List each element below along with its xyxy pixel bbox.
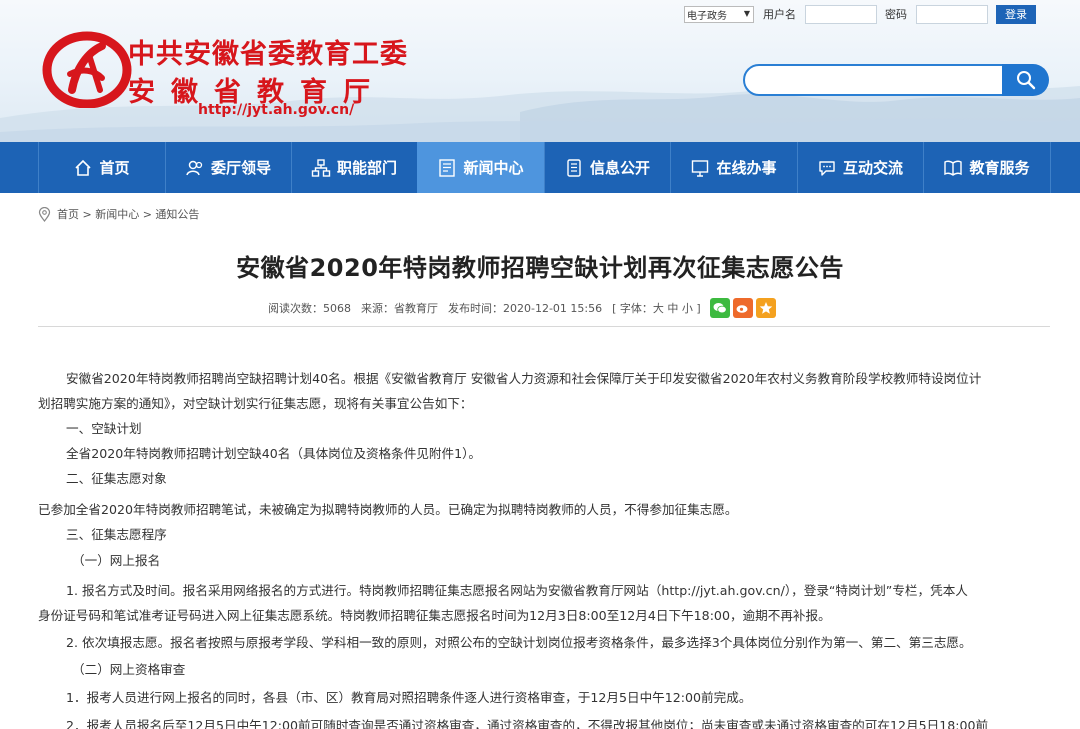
nav-item-label: 教育服务 [969,159,1030,177]
org-chart-icon [311,158,331,177]
weibo-share-icon[interactable] [732,298,753,318]
monitor-icon [692,159,709,177]
wechat-share-icon[interactable] [709,298,730,318]
breadcrumb-links[interactable]: 首页 > 新闻中心 > 通知公告 [57,206,199,222]
body-paragraph: 全省2020年特岗教师招聘计划空缺40名（具体岗位及资格条件见附件1）。 [66,446,482,461]
search-button[interactable] [1002,64,1049,96]
chat-icon [819,160,835,176]
body-paragraph: （一）网上报名 [72,553,161,568]
system-select-value: 电子政务 [687,10,727,22]
nav-item-label: 互动交流 [842,159,903,177]
site-search [743,64,1049,96]
main-nav: 首页 委厅领导 职能部门 新闻中心 信息公开 在线办事 互动交流 教育服务 [0,142,1080,193]
people-icon [186,160,203,175]
nav-item-interaction[interactable]: 互动交流 [797,142,923,193]
article-meta: 阅读次数：5068 来源：省教育厅 发布时间：2020-12-01 15:56 … [268,297,776,319]
publish-time: 发布时间：2020-12-01 15:56 [448,302,603,315]
body-paragraph: 1．报考人员进行网上报名的同时，各县（市、区）教育局对照招聘条件逐人进行资格审查… [66,690,752,705]
news-icon [439,158,456,177]
chevron-down-icon: ▼ [743,8,750,18]
body-paragraph: 一、空缺计划 [66,421,142,436]
logo-emblem-icon[interactable] [42,30,132,108]
nav-item-label: 在线办事 [716,159,777,177]
nav-item-label: 信息公开 [589,159,650,177]
nav-divider [1050,142,1051,193]
body-paragraph: （二）网上资格审查 [72,662,186,677]
login-button[interactable]: 登录 [996,4,1036,24]
nav-item-news[interactable]: 新闻中心 [417,142,544,193]
login-bar: 电子政务 ▼ 用户名 密码 登录 [684,4,1036,24]
document-list-icon [567,158,581,177]
site-title-line1: 中共安徽省委教育工委 [128,39,408,70]
body-paragraph: 身份证号码和笔试准考证号码进入网上征集志愿系统。特岗教师招聘征集志愿报名时间为1… [38,608,831,623]
nav-item-label: 职能部门 [336,159,397,177]
nav-item-label: 新闻中心 [463,159,524,177]
nav-item-info-disclosure[interactable]: 信息公开 [544,142,670,193]
password-input[interactable] [916,4,988,24]
breadcrumb: 首页 > 新闻中心 > 通知公告 [38,206,199,222]
password-label: 密码 [885,8,907,21]
favorite-star-icon[interactable] [755,298,776,318]
body-paragraph: 划招聘实施方案的通知》，对空缺计划实行征集志愿，现将有关事宜公告如下： [38,396,473,411]
nav-item-label: 委厅领导 [210,159,271,177]
nav-item-leaders[interactable]: 委厅领导 [165,142,291,193]
nav-item-home[interactable]: 首页 [38,142,165,193]
read-count: 阅读次数：5068 [268,302,351,315]
body-paragraph: 三、征集志愿程序 [66,527,167,542]
body-paragraph: 2．报考人员报名后至12月5日中午12:00前可随时查询是否通过资格审查，通过资… [66,718,989,729]
search-icon [1016,71,1035,90]
article-source: 来源：省教育厅 [361,302,438,315]
book-icon [944,160,963,176]
home-icon [75,159,92,176]
body-paragraph: 二、征集志愿对象 [66,471,167,486]
font-size-switcher[interactable]: [ 字体：大 中 小 ] [612,300,701,316]
system-select[interactable]: 电子政务 ▼ [684,5,754,23]
body-paragraph: 已参加全省2020年特岗教师招聘笔试，未被确定为拟聘特岗教师的人员。已确定为拟聘… [38,502,738,517]
body-paragraph: 2. 依次填报志愿。报名者按照与原报考学段、学科相一致的原则，对照公布的空缺计划… [66,635,972,650]
username-label: 用户名 [763,8,796,21]
nav-item-departments[interactable]: 职能部门 [291,142,417,193]
site-header: 电子政务 ▼ 用户名 密码 登录 中共安徽省委教育工委 安徽省教育厅 http:… [0,0,1080,142]
site-url: http://jyt.ah.gov.cn/ [198,102,355,118]
body-paragraph: 1. 报名方式及时间。报名采用网络报名的方式进行。特岗教师招聘征集志愿报名网站为… [66,583,968,598]
location-pin-icon [38,206,51,222]
article-title: 安徽省2020年特岗教师招聘空缺计划再次征集志愿公告 [236,254,844,282]
nav-item-label: 首页 [99,159,130,177]
username-input[interactable] [805,4,877,24]
search-input[interactable] [743,64,1005,96]
nav-item-education-services[interactable]: 教育服务 [923,142,1050,193]
body-paragraph: 安徽省2020年特岗教师招聘尚空缺招聘计划40名。根据《安徽省教育厅 安徽省人力… [66,371,982,386]
nav-item-online-services[interactable]: 在线办事 [670,142,797,193]
divider [38,326,1050,327]
